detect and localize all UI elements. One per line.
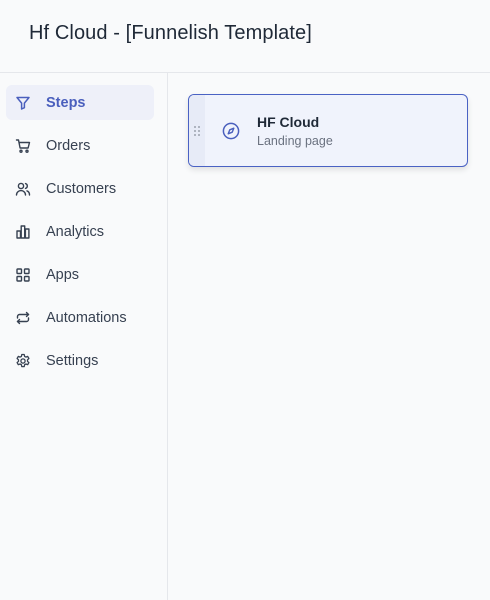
grid-icon	[15, 267, 31, 283]
sidebar-item-label: Automations	[46, 309, 127, 326]
sidebar: Steps Orders Customers Analytics Apps Au…	[0, 73, 168, 600]
step-subtitle: Landing page	[257, 134, 333, 148]
bar-chart-icon	[15, 224, 31, 240]
cart-icon	[15, 138, 31, 154]
sidebar-item-label: Apps	[46, 266, 80, 283]
funnel-icon	[15, 95, 31, 111]
sidebar-item-analytics[interactable]: Analytics	[6, 214, 154, 249]
step-card[interactable]: HF Cloud Landing page	[188, 94, 468, 167]
sidebar-item-customers[interactable]: Customers	[6, 171, 154, 206]
top-header: Hf Cloud - [Funnelish Template]	[0, 0, 490, 73]
page-title: Hf Cloud - [Funnelish Template]	[29, 22, 312, 44]
users-icon	[15, 181, 31, 197]
sidebar-item-apps[interactable]: Apps	[6, 257, 154, 292]
sidebar-item-label: Analytics	[46, 223, 105, 240]
sidebar-item-label: Settings	[46, 352, 99, 369]
sidebar-item-label: Orders	[46, 137, 91, 154]
step-title: HF Cloud	[257, 114, 320, 130]
main-content: HF Cloud Landing page	[169, 73, 490, 600]
compass-icon	[222, 122, 240, 140]
gear-icon	[15, 353, 31, 369]
sidebar-item-label: Steps	[46, 94, 86, 111]
sidebar-item-automations[interactable]: Automations	[6, 300, 154, 335]
repeat-icon	[15, 310, 31, 326]
sidebar-item-steps[interactable]: Steps	[6, 85, 154, 120]
drag-handle[interactable]	[189, 95, 205, 166]
sidebar-item-label: Customers	[46, 180, 117, 197]
sidebar-item-orders[interactable]: Orders	[6, 128, 154, 163]
drag-dots-icon	[194, 125, 200, 136]
sidebar-item-settings[interactable]: Settings	[6, 343, 154, 378]
